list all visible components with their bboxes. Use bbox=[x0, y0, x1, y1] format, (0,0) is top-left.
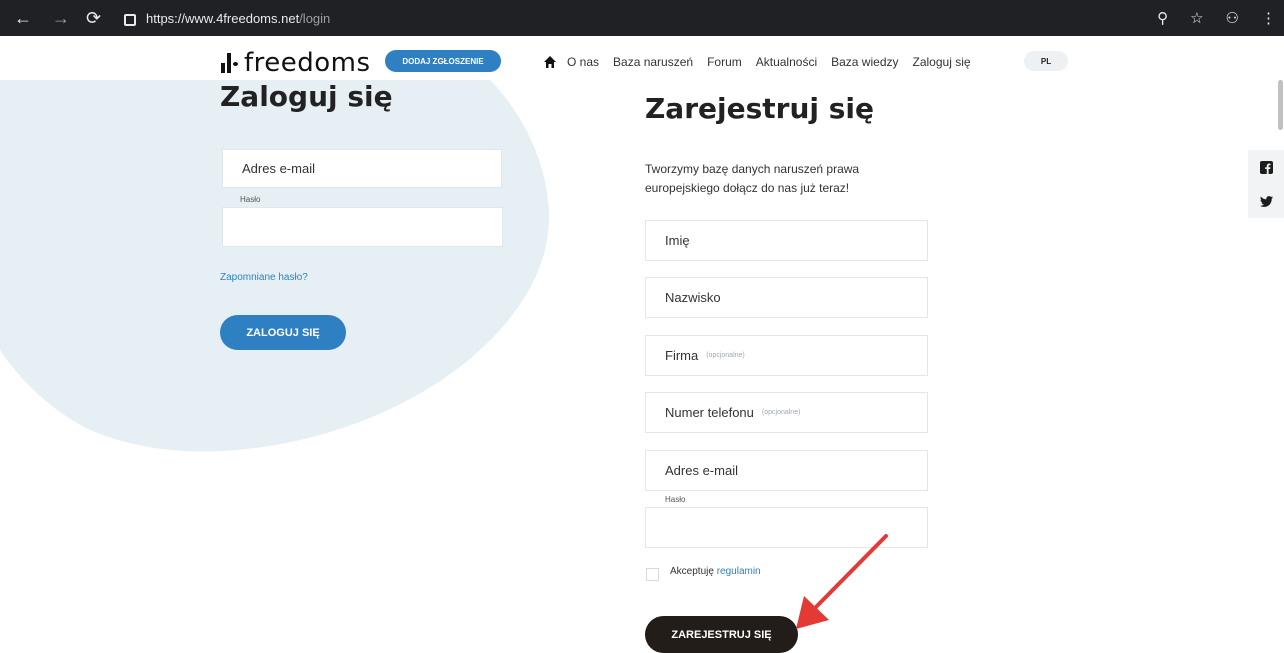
first-name-label: Imię bbox=[665, 233, 690, 248]
company-field[interactable]: Firma (opcjonalne) bbox=[645, 335, 928, 376]
phone-label-wrap: Numer telefonu (opcjonalne) bbox=[665, 393, 800, 432]
terms-checkbox[interactable] bbox=[646, 568, 659, 581]
register-password-label: Hasło bbox=[665, 495, 686, 504]
last-name-field[interactable]: Nazwisko bbox=[645, 277, 928, 318]
login-password-field[interactable] bbox=[222, 207, 503, 247]
forgot-password-link[interactable]: Zapomniane hasło? bbox=[220, 272, 308, 283]
add-report-button[interactable]: DODAJ ZGŁOSZENIE bbox=[385, 50, 501, 72]
company-label: Firma bbox=[665, 348, 699, 363]
login-password-label: Hasło bbox=[240, 195, 261, 204]
zoom-icon[interactable]: ⚲ bbox=[1157, 9, 1168, 27]
phone-field[interactable]: Numer telefonu (opcjonalne) bbox=[645, 392, 928, 433]
url-host: https://www.4freedoms.net bbox=[146, 10, 300, 26]
browser-toolbar: ← → ⟳ https://www.4freedoms.net/login ⚲ … bbox=[0, 0, 1284, 36]
home-icon[interactable] bbox=[543, 55, 557, 69]
phone-label: Numer telefonu bbox=[665, 405, 754, 420]
url-path: /login bbox=[299, 10, 331, 26]
nav-item-about[interactable]: O nas bbox=[567, 55, 599, 69]
login-title: Zaloguj się bbox=[220, 80, 393, 113]
terms-label: Akceptuję regulamin bbox=[670, 566, 761, 577]
register-email-label: Adres e-mail bbox=[665, 463, 738, 478]
bookmark-star-icon[interactable]: ☆ bbox=[1190, 9, 1203, 27]
phone-optional-note: (opcjonalne) bbox=[761, 409, 801, 416]
menu-icon[interactable]: ⋮ bbox=[1261, 9, 1276, 27]
first-name-field[interactable]: Imię bbox=[645, 220, 928, 261]
login-email-field[interactable]: Adres e-mail bbox=[222, 149, 502, 188]
register-button[interactable]: ZAREJESTRUJ SIĘ bbox=[645, 616, 798, 653]
reload-icon[interactable]: ⟳ bbox=[86, 0, 101, 36]
company-label-wrap: Firma (opcjonalne) bbox=[665, 336, 745, 375]
brand-name: freedoms bbox=[244, 48, 371, 78]
forward-icon[interactable]: → bbox=[52, 0, 70, 36]
company-optional-note: (opcjonalne) bbox=[706, 352, 745, 359]
nav-item-knowledge-base[interactable]: Baza wiedzy bbox=[831, 55, 898, 69]
language-switch[interactable]: PL bbox=[1024, 51, 1068, 71]
login-button[interactable]: ZALOGUJ SIĘ bbox=[220, 315, 346, 350]
lock-icon bbox=[124, 14, 136, 26]
back-icon[interactable]: ← bbox=[14, 0, 32, 36]
login-email-label: Adres e-mail bbox=[242, 161, 315, 176]
last-name-label: Nazwisko bbox=[665, 290, 721, 305]
logo-mark-icon bbox=[221, 53, 240, 73]
background-blob bbox=[0, 80, 549, 452]
address-bar[interactable]: https://www.4freedoms.net/login bbox=[124, 9, 330, 27]
register-email-field[interactable]: Adres e-mail bbox=[645, 450, 928, 491]
site-logo[interactable]: freedoms bbox=[221, 48, 371, 78]
register-password-field[interactable] bbox=[645, 507, 928, 548]
nav-item-violations-db[interactable]: Baza naruszeń bbox=[613, 55, 693, 69]
scrollbar-thumb[interactable] bbox=[1278, 80, 1283, 130]
terms-link[interactable]: regulamin bbox=[717, 566, 761, 577]
register-title: Zarejestruj się bbox=[645, 92, 874, 125]
nav-item-login[interactable]: Zaloguj się bbox=[913, 55, 971, 69]
main-nav: O nas Baza naruszeń Forum Aktualności Ba… bbox=[543, 52, 985, 72]
nav-item-forum[interactable]: Forum bbox=[707, 55, 742, 69]
nav-item-news[interactable]: Aktualności bbox=[756, 55, 817, 69]
register-description: Tworzymy bazę danych naruszeń prawa euro… bbox=[645, 162, 860, 195]
terms-text: Akceptuję bbox=[670, 566, 714, 577]
incognito-icon[interactable]: ⚇ bbox=[1226, 9, 1239, 27]
